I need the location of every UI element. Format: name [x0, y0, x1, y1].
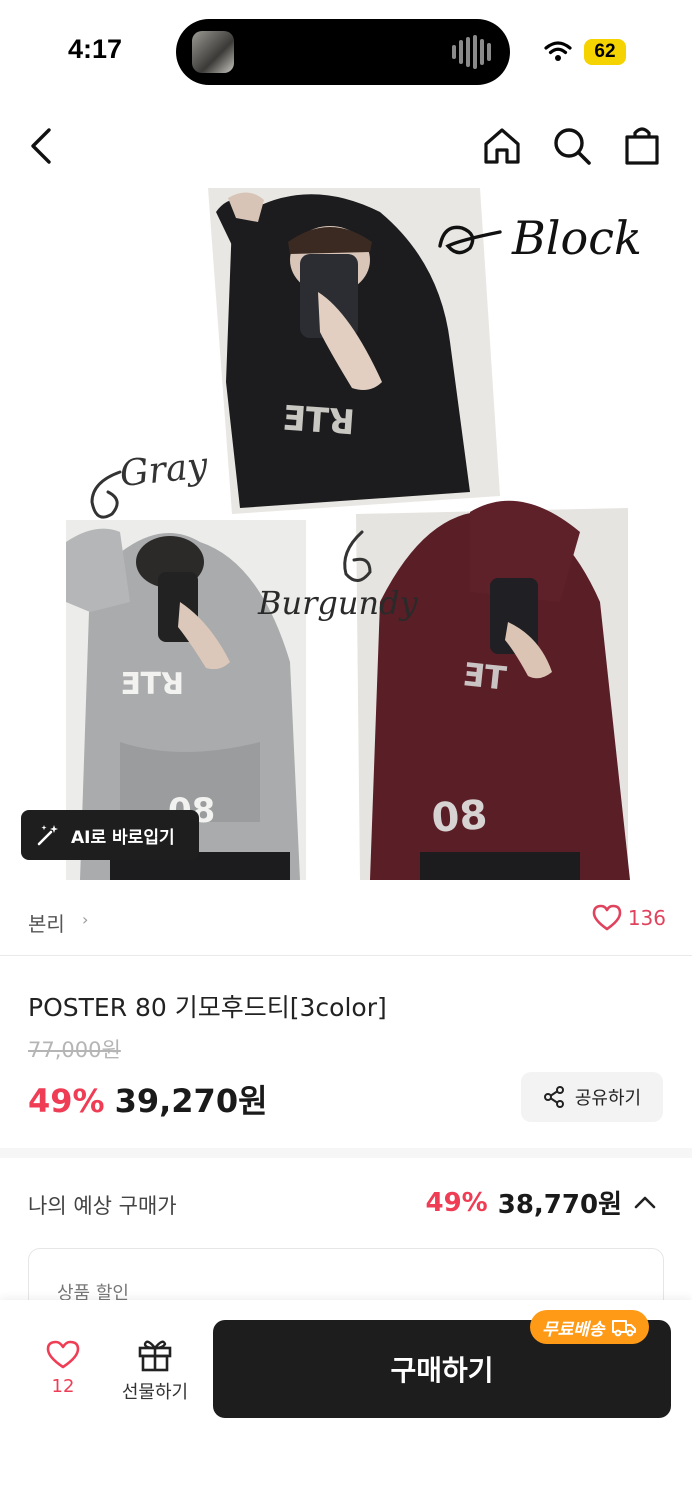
black-hoodie-photo: ƎTꓤ: [208, 188, 500, 514]
bottom-action-bar: 12 선물하기 구매하기 무료배송: [0, 1300, 692, 1500]
svg-text:08: 08: [430, 792, 489, 842]
search-button[interactable]: [548, 122, 596, 170]
share-button[interactable]: 공유하기: [521, 1072, 663, 1122]
dynamic-island[interactable]: [176, 19, 510, 85]
label-gray: Gray: [118, 445, 210, 495]
home-icon: [484, 128, 520, 164]
audio-wave-icon: [452, 35, 492, 69]
expected-price-label: 나의 예상 구매가: [28, 1194, 177, 1218]
ai-try-on-label: AI로 바로입기: [71, 827, 175, 848]
wishlist-count: 12: [51, 1376, 75, 1397]
now-playing-thumbnail: [192, 31, 234, 73]
chevron-up-icon[interactable]: [632, 1193, 658, 1213]
svg-text:ƎT: ƎT: [461, 655, 509, 697]
cart-button[interactable]: [618, 122, 666, 170]
expected-discount: 49%: [425, 1187, 488, 1218]
status-bar: 4:17 62: [0, 0, 692, 100]
discount-rate: 49%: [28, 1082, 105, 1120]
like-button[interactable]: 136: [592, 904, 666, 932]
product-image[interactable]: ƎTꓤ ƎTꓤ 08 ƎT 08: [0, 182, 692, 882]
status-time: 4:17: [68, 34, 123, 64]
gift-label: 선물하기: [121, 1382, 189, 1403]
home-button[interactable]: [478, 122, 526, 170]
gift-icon: [138, 1340, 172, 1372]
ai-try-on-button[interactable]: AI로 바로입기: [21, 810, 199, 860]
label-burgundy: Burgundy: [257, 584, 419, 622]
chevron-right-icon: ›: [82, 910, 89, 929]
share-icon: [543, 1086, 564, 1108]
search-icon: [554, 128, 591, 165]
sale-price: 39,270원: [114, 1082, 268, 1120]
product-title: POSTER 80 기모후드티[3color]: [28, 993, 387, 1022]
heart-icon: [46, 1340, 80, 1369]
back-icon: [31, 128, 51, 164]
share-label: 공유하기: [574, 1088, 642, 1109]
svg-text:ƎTꓤ: ƎTꓤ: [281, 398, 356, 443]
back-button[interactable]: [18, 122, 66, 170]
expected-price: 38,770원: [497, 1190, 622, 1220]
top-nav: [0, 110, 692, 182]
expected-price-row[interactable]: 나의 예상 구매가 49% 38,770원: [0, 1166, 692, 1240]
like-count: 136: [627, 906, 666, 930]
brand-name[interactable]: 본리: [28, 908, 65, 937]
expected-price-value: 49% 38,770원: [426, 1184, 659, 1221]
section-divider: [0, 1148, 692, 1158]
free-shipping-label: 무료배송: [542, 1319, 605, 1340]
battery-indicator: 62: [584, 39, 626, 65]
gift-button[interactable]: 선물하기: [112, 1338, 198, 1410]
magic-wand-icon: [37, 825, 58, 846]
original-price: 77,000원: [28, 1038, 121, 1062]
svg-text:ƎTꓤ: ƎTꓤ: [120, 667, 184, 702]
divider: [0, 955, 692, 956]
wishlist-button[interactable]: 12: [30, 1340, 96, 1410]
free-shipping-badge: 무료배송: [530, 1310, 649, 1344]
brand-row: 본리 › 136: [0, 888, 692, 954]
truck-icon: [611, 1320, 636, 1337]
wifi-icon: [544, 41, 572, 61]
burgundy-hoodie-photo: ƎT 08: [356, 500, 630, 880]
heart-icon: [592, 904, 622, 931]
price-row: 49% 39,270원: [28, 1076, 268, 1122]
shopping-bag-icon: [625, 127, 659, 165]
label-block: Block: [511, 211, 642, 265]
